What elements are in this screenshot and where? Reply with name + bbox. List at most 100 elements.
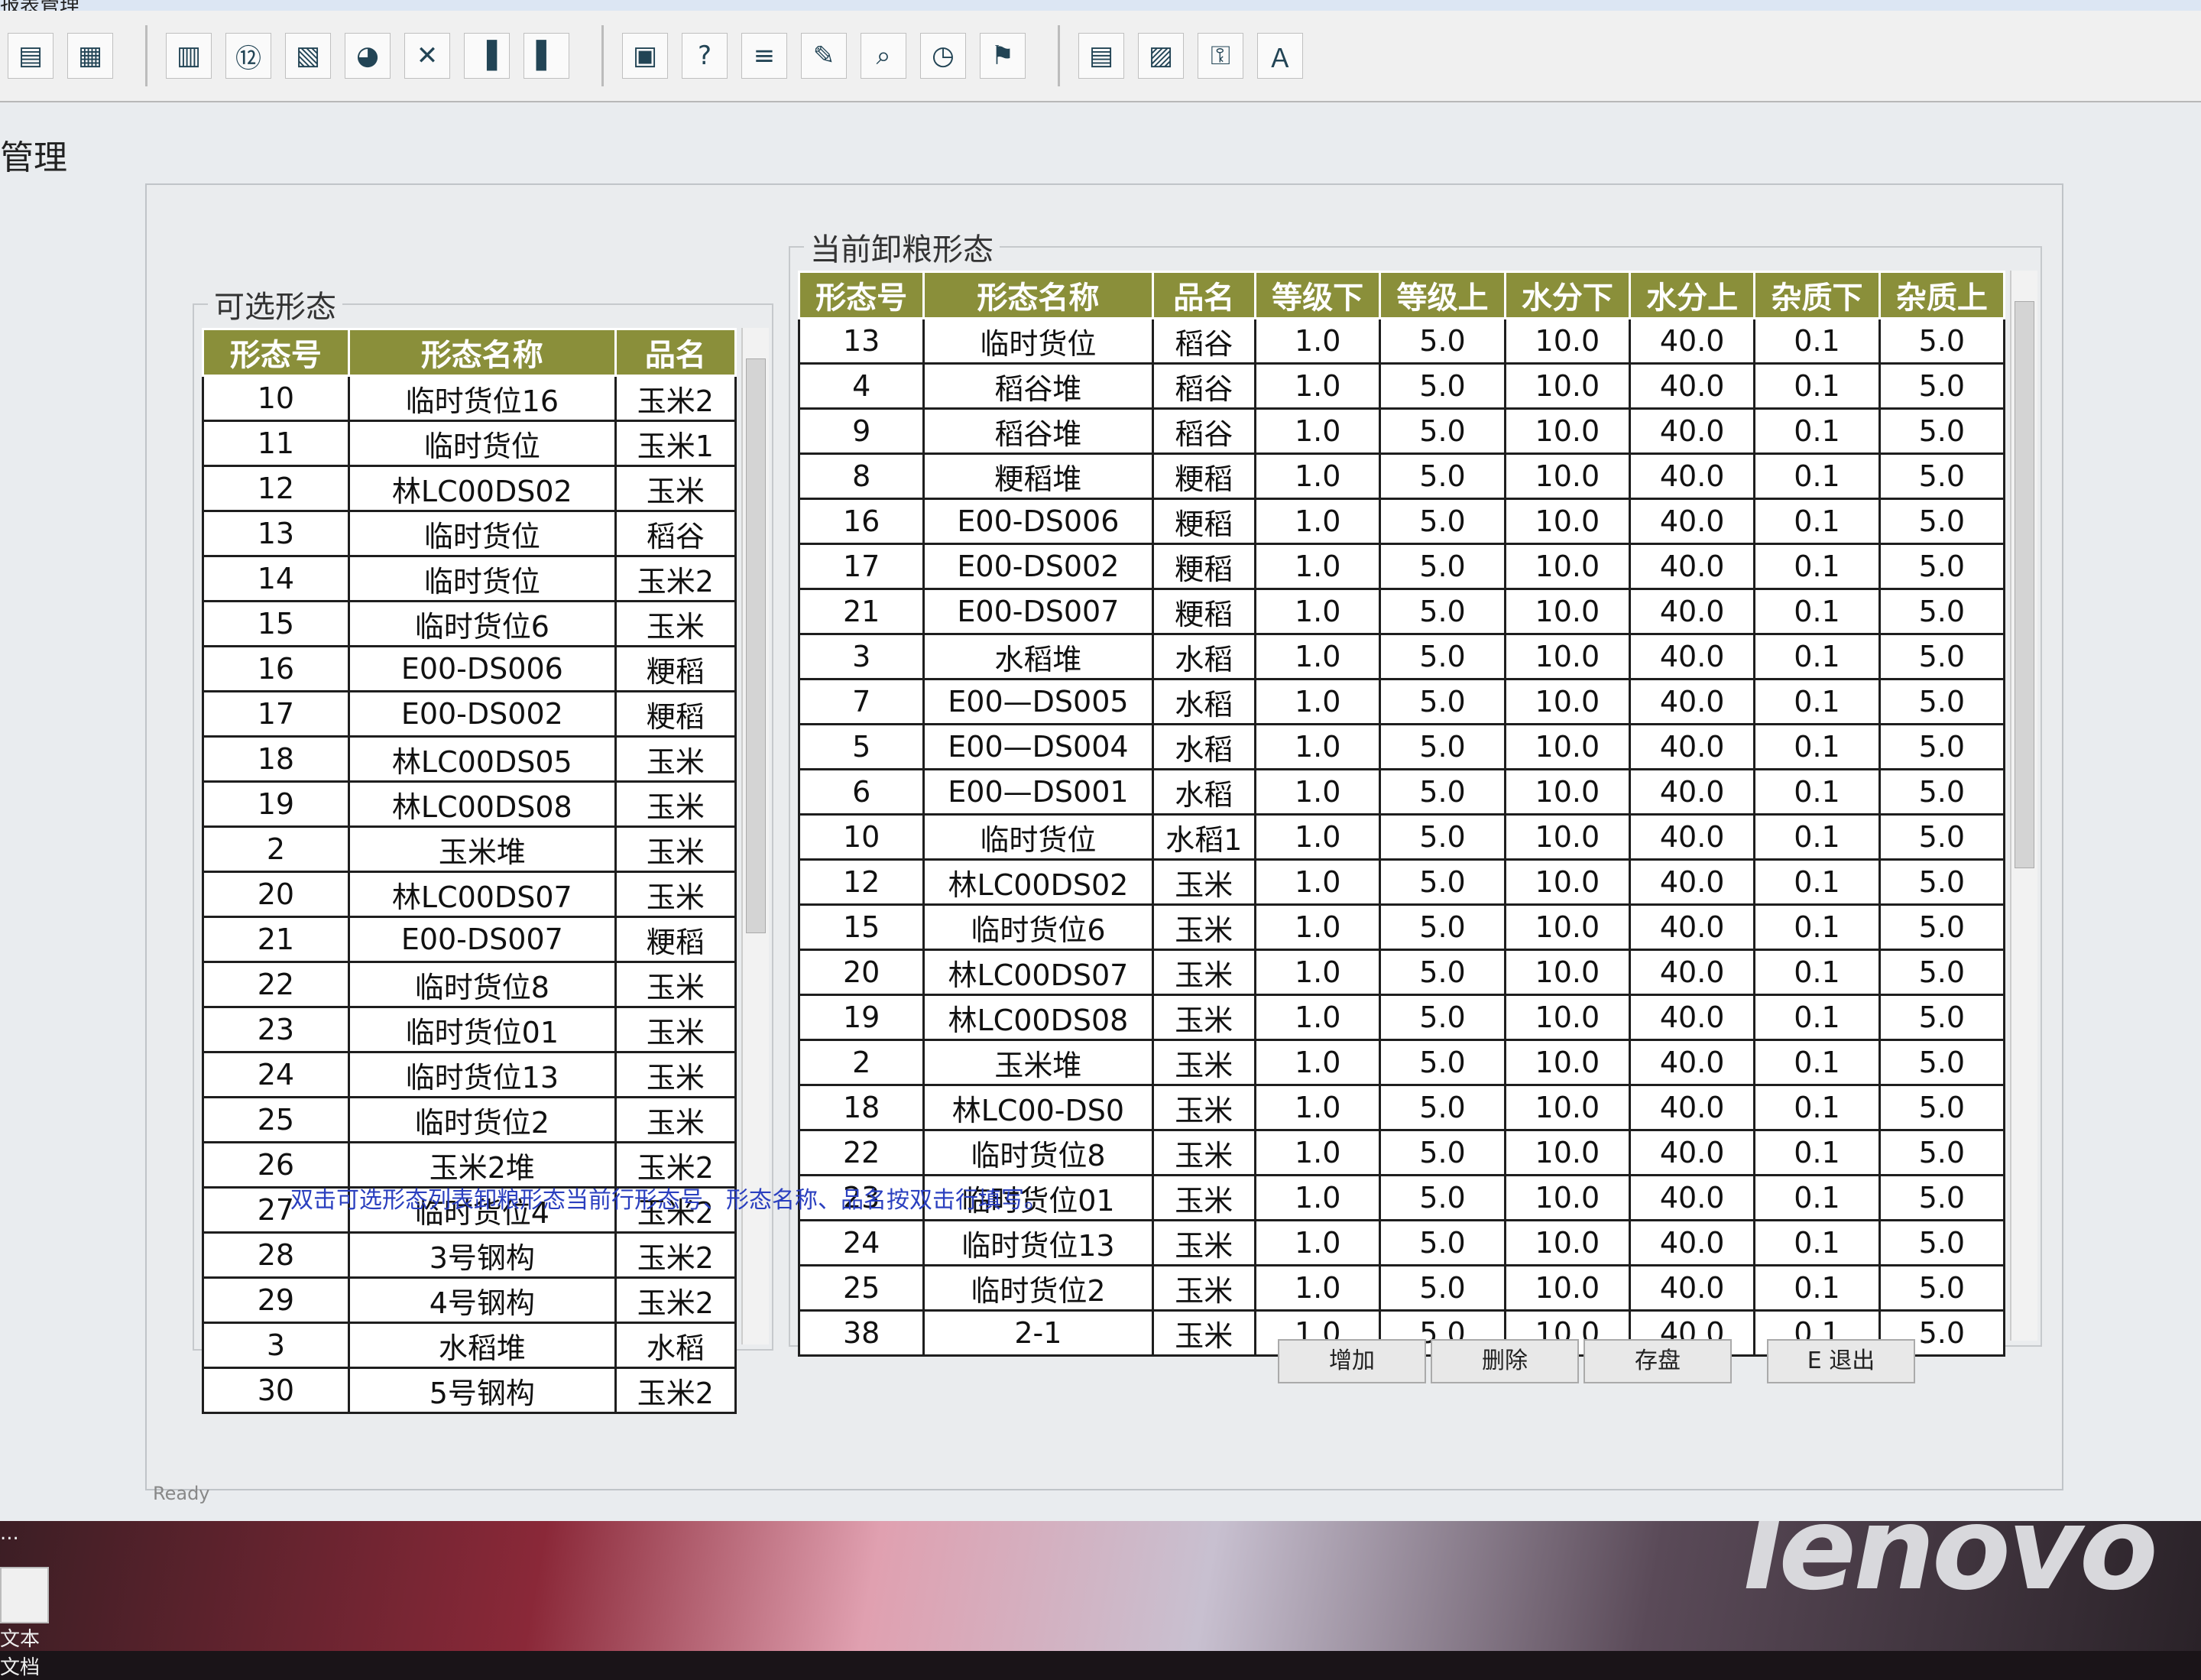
right-table-cell[interactable]: 1.0: [1254, 1174, 1382, 1221]
exit-button[interactable]: E 退出: [1767, 1339, 1915, 1383]
right-table-cell[interactable]: 临时货位: [922, 317, 1154, 365]
right-table-cell[interactable]: 林LC00-DS0: [922, 1084, 1154, 1131]
right-table-cell[interactable]: 玉米: [1151, 1309, 1257, 1357]
left-table-cell[interactable]: 玉米: [614, 735, 737, 783]
right-table-cell[interactable]: 水稻: [1151, 768, 1257, 816]
right-table-cell[interactable]: 40.0: [1628, 1264, 1756, 1312]
right-table-cell[interactable]: 40.0: [1628, 1084, 1756, 1131]
right-table-cell[interactable]: E00—DS005: [922, 678, 1154, 725]
left-table-cell[interactable]: 玉米: [614, 465, 737, 512]
right-column-header[interactable]: 形态号: [797, 271, 925, 319]
right-table-cell[interactable]: 5.0: [1878, 633, 2006, 680]
right-table-cell[interactable]: 5.0: [1878, 452, 2006, 500]
right-table-cell[interactable]: 40.0: [1628, 317, 1756, 365]
right-table-cell[interactable]: 6: [797, 768, 925, 816]
right-table-cell[interactable]: 22: [797, 1129, 925, 1176]
right-table-cell[interactable]: 40.0: [1628, 588, 1756, 635]
right-table-cell[interactable]: 4: [797, 362, 925, 410]
right-table-cell[interactable]: 7: [797, 678, 925, 725]
right-table-cell[interactable]: E00-DS002: [922, 543, 1154, 590]
right-table-cell[interactable]: 1.0: [1254, 678, 1382, 725]
right-table-cell[interactable]: 5.0: [1379, 678, 1506, 725]
left-table-cell[interactable]: E00-DS002: [347, 690, 617, 738]
left-table-cell[interactable]: 4号钢构: [347, 1276, 617, 1324]
right-table-row[interactable]: 9 稻谷堆 稻谷 1.0 5.0 10.0 40.0 0.1 5.0: [797, 407, 2006, 455]
delete-button[interactable]: 删除: [1431, 1339, 1579, 1383]
right-table-cell[interactable]: 玉米堆: [922, 1039, 1154, 1086]
right-table-row[interactable]: 5 E00—DS004 水稻 1.0 5.0 10.0 40.0 0.1 5.0: [797, 723, 2006, 770]
right-table-cell[interactable]: 临时货位6: [922, 903, 1154, 951]
right-table-cell[interactable]: 1.0: [1254, 588, 1382, 635]
right-table-cell[interactable]: 0.1: [1753, 362, 1881, 410]
left-table-cell[interactable]: 12: [202, 465, 350, 512]
right-table-cell[interactable]: 1.0: [1254, 1084, 1382, 1131]
left-table-cell[interactable]: 23: [202, 1006, 350, 1053]
right-table-cell[interactable]: 10.0: [1503, 1129, 1632, 1176]
right-table-cell[interactable]: 0.1: [1753, 1129, 1881, 1176]
right-table-cell[interactable]: 40.0: [1628, 452, 1756, 500]
right-table-cell[interactable]: 0.1: [1753, 633, 1881, 680]
right-table-cell[interactable]: 40.0: [1628, 407, 1756, 455]
left-table-cell[interactable]: 林LC00DS07: [347, 871, 617, 918]
table-icon[interactable]: ▥: [166, 33, 212, 79]
right-table-cell[interactable]: 19: [797, 994, 925, 1041]
right-table-cell[interactable]: 13: [797, 317, 925, 365]
left-table-cell[interactable]: 粳稻: [614, 690, 737, 738]
left-table-row[interactable]: 29 4号钢构 玉米2: [202, 1276, 737, 1324]
right-table-cell[interactable]: 0.1: [1753, 498, 1881, 545]
right-table-cell[interactable]: 1.0: [1254, 1129, 1382, 1176]
left-table-row[interactable]: 22 临时货位8 玉米: [202, 961, 737, 1008]
left-table-cell[interactable]: 林LC00DS02: [347, 465, 617, 512]
right-table-cell[interactable]: 玉米: [1151, 903, 1257, 951]
binoculars-icon[interactable]: ⌕: [861, 33, 906, 79]
right-table-cell[interactable]: 5.0: [1878, 498, 2006, 545]
right-table-cell[interactable]: 5.0: [1379, 1129, 1506, 1176]
right-table-cell[interactable]: 40.0: [1628, 994, 1756, 1041]
right-table-cell[interactable]: 25: [797, 1264, 925, 1312]
left-table-row[interactable]: 19 林LC00DS08 玉米: [202, 780, 737, 828]
right-table-row[interactable]: 6 E00—DS001 水稻 1.0 5.0 10.0 40.0 0.1 5.0: [797, 768, 2006, 816]
right-table-cell[interactable]: 1.0: [1254, 452, 1382, 500]
right-table-cell[interactable]: 40.0: [1628, 1174, 1756, 1221]
desktop-icon-textdoc[interactable]: 文本文档: [0, 1567, 53, 1680]
right-table-cell[interactable]: 5.0: [1379, 362, 1506, 410]
right-table-cell[interactable]: 0.1: [1753, 1039, 1881, 1086]
right-table-cell[interactable]: 粳稻: [1151, 452, 1257, 500]
right-table-row[interactable]: 21 E00-DS007 粳稻 1.0 5.0 10.0 40.0 0.1 5.0: [797, 588, 2006, 635]
right-table-cell[interactable]: 40.0: [1628, 543, 1756, 590]
right-table-cell[interactable]: 10.0: [1503, 858, 1632, 906]
right-column-header[interactable]: 水分下: [1503, 271, 1632, 319]
right-table-cell[interactable]: 5.0: [1878, 362, 2006, 410]
left-table-cell[interactable]: 临时货位: [347, 510, 617, 557]
right-column-header[interactable]: 等级下: [1254, 271, 1382, 319]
right-table-row[interactable]: 3 水稻堆 水稻 1.0 5.0 10.0 40.0 0.1 5.0: [797, 633, 2006, 680]
left-table-cell[interactable]: 25: [202, 1096, 350, 1143]
right-table-cell[interactable]: 40.0: [1628, 813, 1756, 861]
right-table-cell[interactable]: 玉米: [1151, 949, 1257, 996]
right-table-cell[interactable]: 40.0: [1628, 633, 1756, 680]
right-table-cell[interactable]: 稻谷: [1151, 317, 1257, 365]
sheet-icon[interactable]: ▤: [1078, 33, 1124, 79]
right-table-cell[interactable]: 林LC00DS08: [922, 994, 1154, 1041]
right-table-cell[interactable]: 10.0: [1503, 994, 1632, 1041]
column-chart-icon[interactable]: ▌: [524, 33, 569, 79]
right-table-row[interactable]: 15 临时货位6 玉米 1.0 5.0 10.0 40.0 0.1 5.0: [797, 903, 2006, 951]
right-table-cell[interactable]: 5.0: [1379, 949, 1506, 996]
right-table-cell[interactable]: 5.0: [1379, 543, 1506, 590]
left-table-cell[interactable]: 玉米2: [614, 555, 737, 602]
right-table-cell[interactable]: 2: [797, 1039, 925, 1086]
right-table-cell[interactable]: E00-DS006: [922, 498, 1154, 545]
right-table-cell[interactable]: 临时货位13: [922, 1219, 1154, 1266]
right-table-cell[interactable]: 玉米: [1151, 994, 1257, 1041]
right-table-cell[interactable]: 稻谷堆: [922, 362, 1154, 410]
left-table-cell[interactable]: 临时货位16: [347, 375, 617, 422]
right-table-cell[interactable]: 1.0: [1254, 768, 1382, 816]
right-table-cell[interactable]: 水稻: [1151, 633, 1257, 680]
right-table-cell[interactable]: 1.0: [1254, 498, 1382, 545]
right-table-cell[interactable]: 林LC00DS07: [922, 949, 1154, 996]
right-table-cell[interactable]: 1.0: [1254, 903, 1382, 951]
grid-icon[interactable]: ▧: [285, 33, 331, 79]
left-table-cell[interactable]: 临时货位6: [347, 600, 617, 647]
right-table-cell[interactable]: 1.0: [1254, 543, 1382, 590]
left-table-row[interactable]: 15 临时货位6 玉米: [202, 600, 737, 647]
